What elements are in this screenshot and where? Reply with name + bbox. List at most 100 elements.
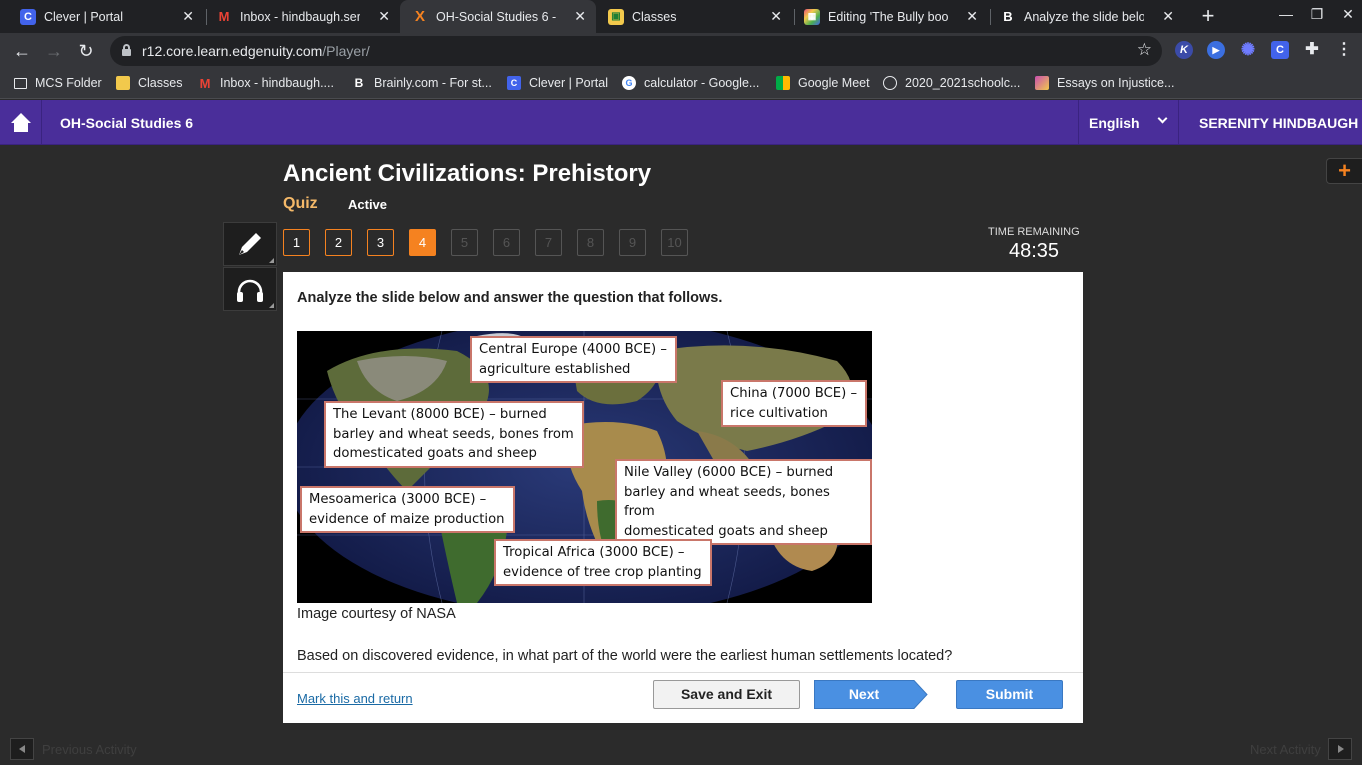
audio-tool-button[interactable] [223,267,277,311]
gmail-icon: M [216,8,232,25]
close-icon[interactable]: ✕ [770,8,782,24]
activity-status: Active [348,197,388,212]
bookmark-label: Google Meet [798,76,870,90]
bookmark-item[interactable]: C Clever | Portal [507,76,608,90]
tab-title: Editing 'The Bully book r [828,9,948,24]
bookmark-item[interactable]: Essays on Injustice... [1035,76,1174,90]
tab-title: OH-Social Studies 6 - Ed [436,9,556,24]
next-activity-label[interactable]: Next Activity [1250,742,1321,757]
question-number-button[interactable]: 8 [577,229,604,256]
minimize-icon[interactable]: — [1271,6,1301,22]
submit-button[interactable]: Submit [956,680,1063,709]
k-extension-icon[interactable]: K [1175,41,1193,59]
map-callout: The Levant (8000 BCE) – burned barley an… [324,401,584,468]
meet-icon [776,76,790,90]
reload-icon[interactable]: ↻ [74,39,98,63]
question-prompt: Analyze the slide below and answer the q… [297,290,723,306]
home-icon [11,113,31,132]
new-tab-button[interactable]: + [1196,4,1220,28]
mark-and-return-link[interactable]: Mark this and return [297,691,413,706]
map-callout: China (7000 BCE) – rice cultivation [721,380,868,427]
question-number-button[interactable]: 6 [493,229,520,256]
save-and-exit-button[interactable]: Save and Exit [653,680,800,709]
next-label: Next [848,686,880,702]
browser-tab-strip: C Clever | Portal ✕ M Inbox - hindbaugh.… [0,0,1362,33]
close-window-icon[interactable]: ✕ [1333,6,1362,23]
timer-label: TIME REMAINING [988,226,1080,238]
bookmark-label: MCS Folder [35,76,102,90]
question-number-button[interactable]: 1 [283,229,310,256]
question-footer: Mark this and return Save and Exit Next … [283,672,1083,723]
language-select[interactable]: English [1078,100,1179,145]
next-activity-button[interactable] [1328,738,1352,760]
bookmark-item[interactable]: 2020_2021schoolc... [883,76,1020,90]
question-number-button[interactable]: 7 [535,229,562,256]
bookmark-item[interactable]: Classes [116,76,182,90]
previous-activity-label[interactable]: Previous Activity [42,742,137,757]
gmail-icon: M [199,75,211,91]
classroom-icon [116,76,130,90]
restore-icon[interactable]: ❐ [1302,6,1332,23]
edgenuity-icon: X [414,8,425,25]
gear-extension-icon[interactable]: ✺ [1239,41,1257,59]
google-icon: G [622,76,636,90]
map-callout: Central Europe (4000 BCE) – agriculture … [470,336,677,383]
home-button[interactable] [0,100,42,145]
play-extension-icon[interactable]: ▶ [1207,41,1225,59]
chevron-down-icon [1157,113,1168,124]
clever-extension-icon[interactable]: C [1271,41,1289,59]
timer-value: 48:35 [1009,240,1060,262]
bookmark-item[interactable]: G calculator - Google... [622,76,759,90]
close-icon[interactable]: ✕ [966,8,978,24]
bookmark-star-icon[interactable]: ☆ [1137,40,1152,60]
question-number-button[interactable]: 3 [367,229,394,256]
next-button[interactable]: Next [814,680,928,709]
browser-tab[interactable]: C Clever | Portal ✕ [8,0,204,33]
bookmark-item[interactable]: Google Meet [776,76,870,90]
browser-tab-active[interactable]: X OH-Social Studies 6 - Ed ✕ [400,0,596,33]
question-number-button[interactable]: 2 [325,229,352,256]
previous-activity-button[interactable] [10,738,34,760]
close-icon[interactable]: ✕ [182,8,194,24]
activity-type: Quiz [283,195,318,212]
bookmark-item[interactable]: B Brainly.com - For st... [352,76,492,90]
browser-tab[interactable]: M Inbox - hindbaugh.seren ✕ [204,0,400,33]
map-callout: Nile Valley (6000 BCE) – burned barley a… [615,459,872,545]
bookmark-label: Clever | Portal [529,76,608,90]
question-number-button[interactable]: 4 [409,229,436,256]
address-bar[interactable]: r12.core.learn.edgenuity.com/Player/ ☆ [110,36,1162,66]
browser-tab[interactable]: ▦ Editing 'The Bully book r ✕ [792,0,988,33]
question-number-button[interactable]: 5 [451,229,478,256]
question-number-button[interactable]: 9 [619,229,646,256]
bookmark-item[interactable]: M Inbox - hindbaugh.... [198,75,334,91]
expand-plus-button[interactable]: + [1326,158,1362,184]
browser-tab[interactable]: B Analyze the slide below ✕ [988,0,1184,33]
bookmark-label: Essays on Injustice... [1057,76,1175,90]
browser-tab[interactable]: ▣ Classes ✕ [596,0,792,33]
world-map-slide: Central Europe (4000 BCE) – agriculture … [297,331,872,603]
tab-title: Inbox - hindbaugh.seren [240,9,360,24]
url-text: r12.core.learn.edgenuity.com/Player/ [142,43,370,59]
course-name[interactable]: OH-Social Studies 6 [60,115,193,131]
browser-toolbar: ← → ↻ r12.core.learn.edgenuity.com/Playe… [0,33,1362,69]
user-name[interactable]: SERENITY HINDBAUGH [1199,115,1358,131]
close-icon[interactable]: ✕ [574,8,586,24]
activity-navigation: Previous Activity Next Activity [0,733,1362,765]
close-icon[interactable]: ✕ [1162,8,1174,24]
menu-kebab-icon[interactable]: ⋮ [1335,41,1353,59]
lock-icon [122,44,131,56]
puzzle-extensions-icon[interactable]: ✚ [1303,41,1321,59]
bookmark-label: Classes [138,76,183,90]
clever-icon: C [507,76,521,90]
close-icon[interactable]: ✕ [378,8,390,24]
question-number-button[interactable]: 10 [661,229,688,256]
bookmark-item[interactable]: MCS Folder [14,76,102,90]
pencil-tool-button[interactable] [223,222,277,266]
forward-arrow-icon[interactable]: → [42,39,66,63]
bookmark-label: calculator - Google... [644,76,760,90]
bookmark-label: 2020_2021schoolc... [905,76,1021,90]
back-arrow-icon[interactable]: ← [10,39,34,63]
classroom-icon: ▣ [608,8,624,25]
brainly-icon: B [354,76,364,90]
folder-icon [14,77,27,89]
